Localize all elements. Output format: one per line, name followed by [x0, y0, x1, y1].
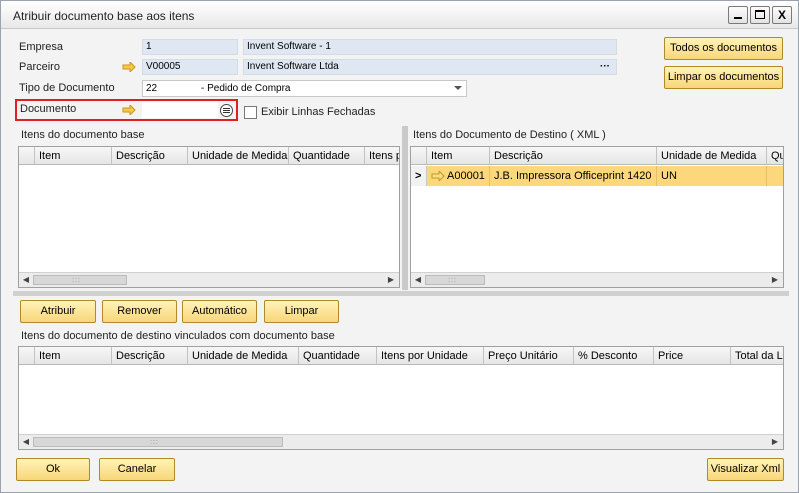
dialog-window: Atribuir documento base aos itens X Empr… [0, 0, 799, 493]
column-header[interactable]: Total da L [731, 347, 783, 365]
list-select-icon[interactable] [220, 104, 233, 117]
column-header[interactable]: Descrição [490, 147, 657, 165]
dest-grid-header: Item Descrição Unidade de Medida Qu [411, 147, 783, 165]
empresa-name-field[interactable]: Invent Software - 1 [243, 39, 617, 55]
exibir-linhas-checkbox[interactable] [244, 106, 257, 119]
table-row[interactable]: > A00001 J.B. Impressora Officeprint 142… [411, 166, 783, 186]
todos-documentos-button[interactable]: Todos os documentos [664, 37, 783, 60]
limpar-documentos-button[interactable]: Limpar os documentos [664, 66, 783, 89]
tipo-documento-value: - Pedido de Compra [201, 83, 291, 94]
scroll-right-icon[interactable]: ▶ [386, 275, 396, 285]
grip-icon: ::: [72, 277, 81, 284]
tipo-documento-label: Tipo de Documento [19, 82, 115, 94]
column-header[interactable]: Preço Unitário [484, 347, 574, 365]
close-button[interactable]: X [772, 6, 792, 24]
horizontal-scrollbar[interactable]: ◀ ::: ▶ [19, 434, 783, 449]
tipo-documento-code: 22 [146, 83, 158, 94]
parceiro-name-field[interactable]: Invent Software Ltda ··· [243, 59, 617, 75]
title-bar[interactable]: Atribuir documento base aos itens X [1, 1, 798, 29]
chevron-down-icon[interactable] [454, 86, 462, 90]
descricao-cell[interactable]: J.B. Impressora Officeprint 1420 [490, 166, 657, 186]
column-header[interactable]: Quantidade [289, 147, 365, 165]
documento-field[interactable] [142, 102, 218, 118]
column-header[interactable]: Unidade de Medida [188, 347, 299, 365]
scroll-right-icon[interactable]: ▶ [770, 275, 780, 285]
item-code: A00001 [447, 170, 485, 182]
documento-label: Documento [20, 103, 77, 115]
remover-button[interactable]: Remover [102, 300, 177, 323]
base-items-grid[interactable]: Item Descrição Unidade de Medida Quantid… [18, 146, 400, 288]
horizontal-scrollbar[interactable]: ◀ ::: ▶ [19, 272, 399, 287]
minimize-button[interactable] [728, 6, 748, 24]
column-header[interactable]: Price [654, 347, 731, 365]
empresa-code-field[interactable]: 1 [142, 39, 238, 55]
empresa-label: Empresa [19, 41, 64, 53]
unidade-cell[interactable]: UN [657, 166, 767, 186]
vertical-splitter[interactable] [402, 126, 408, 290]
scroll-left-icon[interactable]: ◀ [21, 275, 31, 285]
grip-icon: ::: [150, 439, 159, 446]
base-grid-title: Itens do documento base [21, 129, 145, 141]
linked-grid-header: Item Descrição Unidade de Medida Quantid… [19, 347, 783, 365]
maximize-icon [755, 10, 765, 19]
dest-grid-title: Itens do Documento de Destino ( XML ) [413, 129, 606, 141]
dest-items-grid[interactable]: Item Descrição Unidade de Medida Qu > A0… [410, 146, 784, 288]
link-arrow-icon[interactable] [431, 171, 445, 181]
column-header[interactable]: Quantidade [299, 347, 377, 365]
link-arrow-icon[interactable] [122, 62, 136, 72]
parceiro-name: Invent Software Ltda [247, 61, 339, 72]
scroll-left-icon[interactable]: ◀ [413, 275, 423, 285]
column-header[interactable]: Itens por Unidade [377, 347, 484, 365]
column-header[interactable]: Qu [767, 147, 783, 165]
column-header[interactable]: Descrição [112, 147, 188, 165]
cancelar-button[interactable]: Canelar [99, 458, 175, 481]
linked-items-grid[interactable]: Item Descrição Unidade de Medida Quantid… [18, 346, 784, 450]
scroll-right-icon[interactable]: ▶ [770, 437, 780, 447]
automatico-button[interactable]: Automático [182, 300, 257, 323]
column-header[interactable]: Unidade de Medida [188, 147, 289, 165]
link-arrow-icon[interactable] [122, 105, 136, 115]
tipo-documento-select[interactable]: 22 - Pedido de Compra [142, 80, 467, 97]
visualizar-xml-button[interactable]: Visualizar Xml [707, 458, 784, 481]
window-title: Atribuir documento base aos itens [13, 9, 195, 23]
column-header[interactable]: Itens p [365, 147, 399, 165]
parceiro-code-field[interactable]: V00005 [142, 59, 238, 75]
horizontal-scrollbar[interactable]: ◀ ::: ▶ [411, 272, 783, 287]
base-grid-header: Item Descrição Unidade de Medida Quantid… [19, 147, 399, 165]
exibir-linhas-label: Exibir Linhas Fechadas [261, 106, 376, 118]
column-header[interactable]: Item [35, 147, 112, 165]
ok-button[interactable]: Ok [16, 458, 90, 481]
scroll-thumb[interactable]: ::: [425, 275, 485, 285]
horizontal-splitter[interactable] [13, 291, 789, 296]
scroll-left-icon[interactable]: ◀ [21, 437, 31, 447]
scroll-thumb[interactable]: ::: [33, 275, 127, 285]
maximize-button[interactable] [750, 6, 770, 24]
column-header[interactable] [19, 147, 35, 165]
column-header[interactable] [411, 147, 427, 165]
column-header[interactable]: Descrição [112, 347, 188, 365]
more-icon[interactable]: ··· [600, 60, 610, 74]
parceiro-label: Parceiro [19, 61, 60, 73]
minimize-icon [734, 17, 742, 19]
column-header[interactable]: Item [427, 147, 490, 165]
scroll-thumb[interactable]: ::: [33, 437, 283, 447]
limpar-button[interactable]: Limpar [264, 300, 339, 323]
close-icon: X [777, 8, 786, 22]
column-header[interactable]: Item [35, 347, 112, 365]
linked-grid-title: Itens do documento de destino vinculados… [21, 330, 335, 342]
column-header[interactable]: Unidade de Medida [657, 147, 767, 165]
atribuir-button[interactable]: Atribuir [20, 300, 96, 323]
item-cell[interactable]: A00001 [427, 166, 490, 186]
column-header[interactable]: % Desconto [574, 347, 654, 365]
quantidade-cell[interactable] [767, 166, 783, 186]
column-header[interactable] [19, 347, 35, 365]
row-marker-icon[interactable]: > [411, 166, 427, 186]
grip-icon: ::: [448, 277, 457, 284]
